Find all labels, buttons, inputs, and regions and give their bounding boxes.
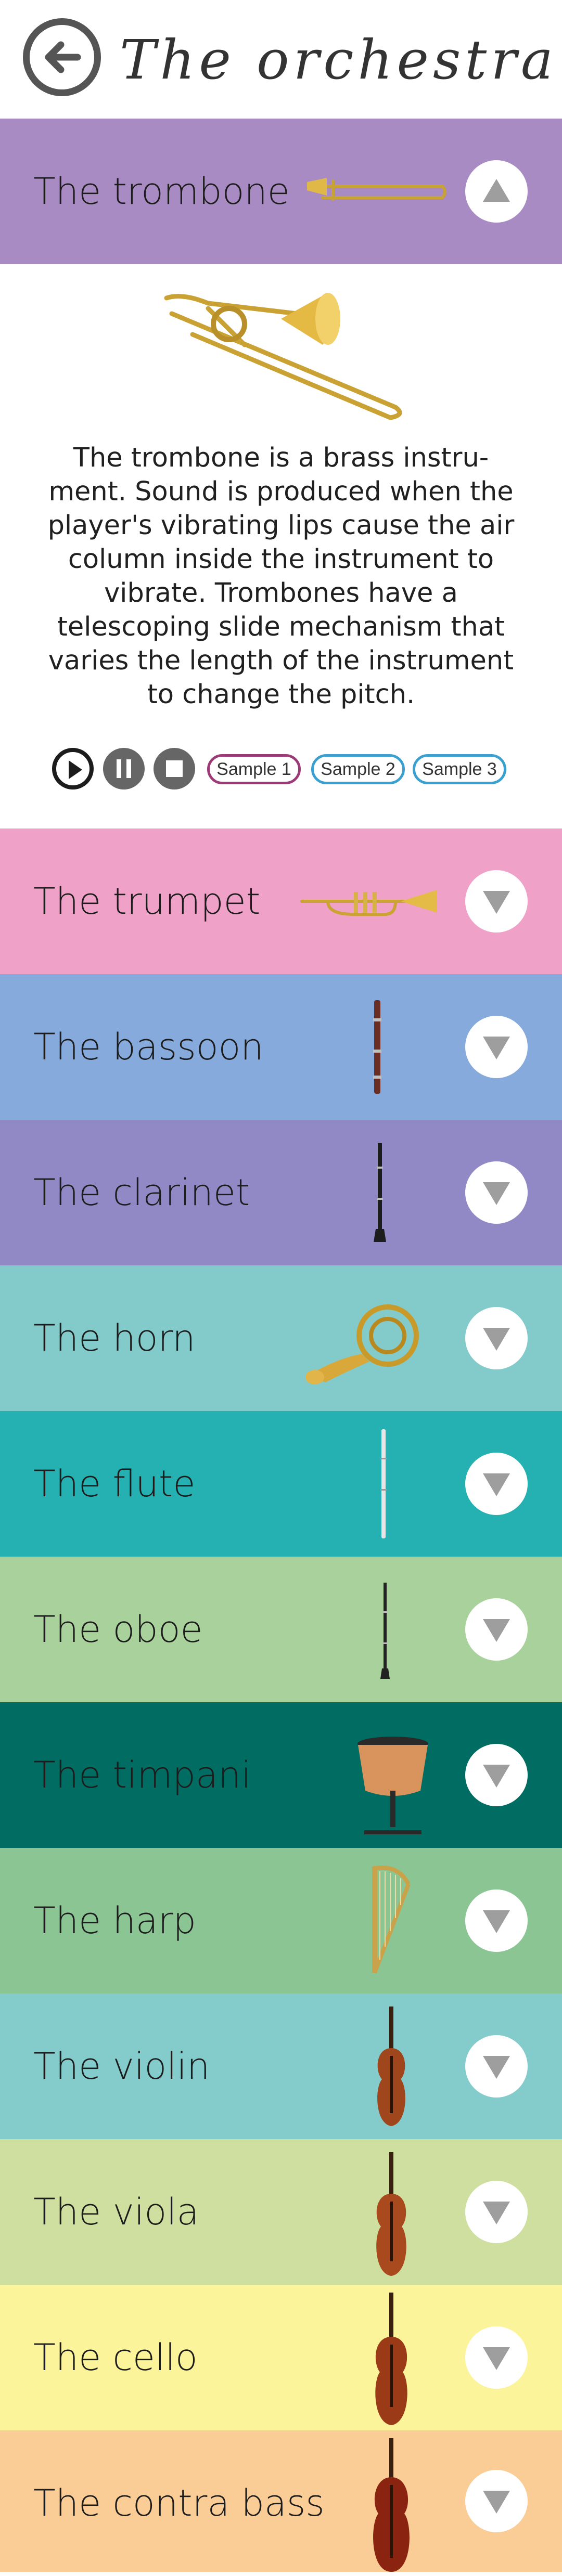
back-button[interactable] xyxy=(23,18,101,96)
instrument-name: The horn xyxy=(33,1317,196,1360)
triangle-down-icon xyxy=(483,1765,510,1788)
expand-toggle[interactable] xyxy=(465,1307,528,1369)
instrument-row-oboe[interactable]: The oboe xyxy=(0,1557,562,1702)
bassoon-icon xyxy=(373,1000,381,1094)
oboe-icon xyxy=(380,1583,390,1679)
instrument-row-clarinet[interactable]: The clarinet xyxy=(0,1120,562,1265)
viola-icon xyxy=(376,2152,406,2276)
instrument-name: The bassoon xyxy=(33,1026,264,1068)
instrument-row-violin[interactable]: The violin xyxy=(0,1994,562,2139)
instrument-row-flute[interactable]: The flute xyxy=(0,1411,562,1557)
sample-2-button[interactable]: Sample 2 xyxy=(311,754,405,784)
expand-toggle[interactable] xyxy=(465,1889,528,1952)
triangle-down-icon xyxy=(483,1037,510,1059)
instrument-row-bassoon[interactable]: The bassoon xyxy=(0,974,562,1120)
instrument-name: The harp xyxy=(33,1899,196,1942)
instrument-name: The flute xyxy=(33,1462,196,1505)
instrument-name: The violin xyxy=(33,2045,210,2088)
expand-toggle[interactable] xyxy=(465,1453,528,1515)
triangle-down-icon xyxy=(483,1182,510,1205)
expand-toggle[interactable] xyxy=(465,2470,528,2532)
expand-toggle[interactable] xyxy=(465,2326,528,2389)
pause-button[interactable] xyxy=(103,748,145,789)
collapse-toggle[interactable] xyxy=(465,160,528,223)
cello-icon xyxy=(375,2293,407,2425)
page-title: The orchestra xyxy=(120,28,557,92)
instrument-row-trumpet[interactable]: The trumpet xyxy=(0,829,562,974)
instrument-name: The timpani xyxy=(33,1754,251,1796)
expand-toggle[interactable] xyxy=(465,870,528,933)
triangle-down-icon xyxy=(483,891,510,914)
triangle-down-icon xyxy=(483,1473,510,1496)
instrument-detail-panel: The trombone is a brass instru- ment. So… xyxy=(0,264,562,829)
triangle-up-icon xyxy=(483,179,510,202)
trumpet-icon xyxy=(300,890,437,916)
triangle-down-icon xyxy=(483,1328,510,1351)
instrument-name: The contra bass xyxy=(33,2482,325,2525)
stop-button[interactable] xyxy=(154,748,195,789)
instrument-row-cello[interactable]: The cello xyxy=(0,2285,562,2430)
instrument-row-trombone[interactable]: The trombone xyxy=(0,119,562,264)
clarinet-icon xyxy=(374,1143,386,1242)
triangle-down-icon xyxy=(483,2491,510,2514)
instrument-description: The trombone is a brass instru- ment. So… xyxy=(47,443,515,710)
expand-toggle[interactable] xyxy=(465,2035,528,2098)
expand-toggle[interactable] xyxy=(465,2181,528,2243)
expand-toggle[interactable] xyxy=(465,1598,528,1661)
app-header: The orchestra xyxy=(0,0,562,119)
play-button[interactable] xyxy=(52,748,94,789)
instrument-name: The trombone xyxy=(33,170,290,213)
expand-toggle[interactable] xyxy=(465,1744,528,1806)
expand-toggle[interactable] xyxy=(465,1161,528,1224)
instrument-name: The oboe xyxy=(33,1608,203,1651)
sample-3-button[interactable]: Sample 3 xyxy=(413,754,506,784)
triangle-down-icon xyxy=(483,1619,510,1642)
sample-1-button[interactable]: Sample 1 xyxy=(207,754,301,784)
pause-icon xyxy=(117,759,131,778)
play-icon xyxy=(69,760,82,779)
instrument-row-harp[interactable]: The harp xyxy=(0,1848,562,1994)
stop-icon xyxy=(166,760,183,777)
timpani-icon xyxy=(357,1737,428,1834)
instrument-row-contra-bass[interactable]: The contra bass xyxy=(0,2430,562,2572)
instrument-name: The cello xyxy=(33,2336,198,2379)
contra-bass-icon xyxy=(373,2438,410,2572)
triangle-down-icon xyxy=(483,2347,510,2370)
violin-icon xyxy=(377,2007,405,2126)
trombone-icon xyxy=(307,178,446,201)
trombone-image xyxy=(164,293,402,420)
harp-icon xyxy=(372,1866,411,1974)
instrument-row-horn[interactable]: The horn xyxy=(0,1265,562,1411)
triangle-down-icon xyxy=(483,2056,510,2079)
instrument-row-timpani[interactable]: The timpani xyxy=(0,1702,562,1848)
instrument-row-viola[interactable]: The viola xyxy=(0,2139,562,2285)
arrow-left-icon xyxy=(45,41,81,73)
instrument-name: The viola xyxy=(33,2191,199,2233)
instrument-name: The clarinet xyxy=(33,1171,250,1214)
expand-toggle[interactable] xyxy=(465,1016,528,1078)
flute-icon xyxy=(380,1429,387,1538)
triangle-down-icon xyxy=(483,1910,510,1933)
instrument-name: The trumpet xyxy=(33,880,261,923)
triangle-down-icon xyxy=(483,2202,510,2224)
horn-icon xyxy=(305,1304,419,1384)
